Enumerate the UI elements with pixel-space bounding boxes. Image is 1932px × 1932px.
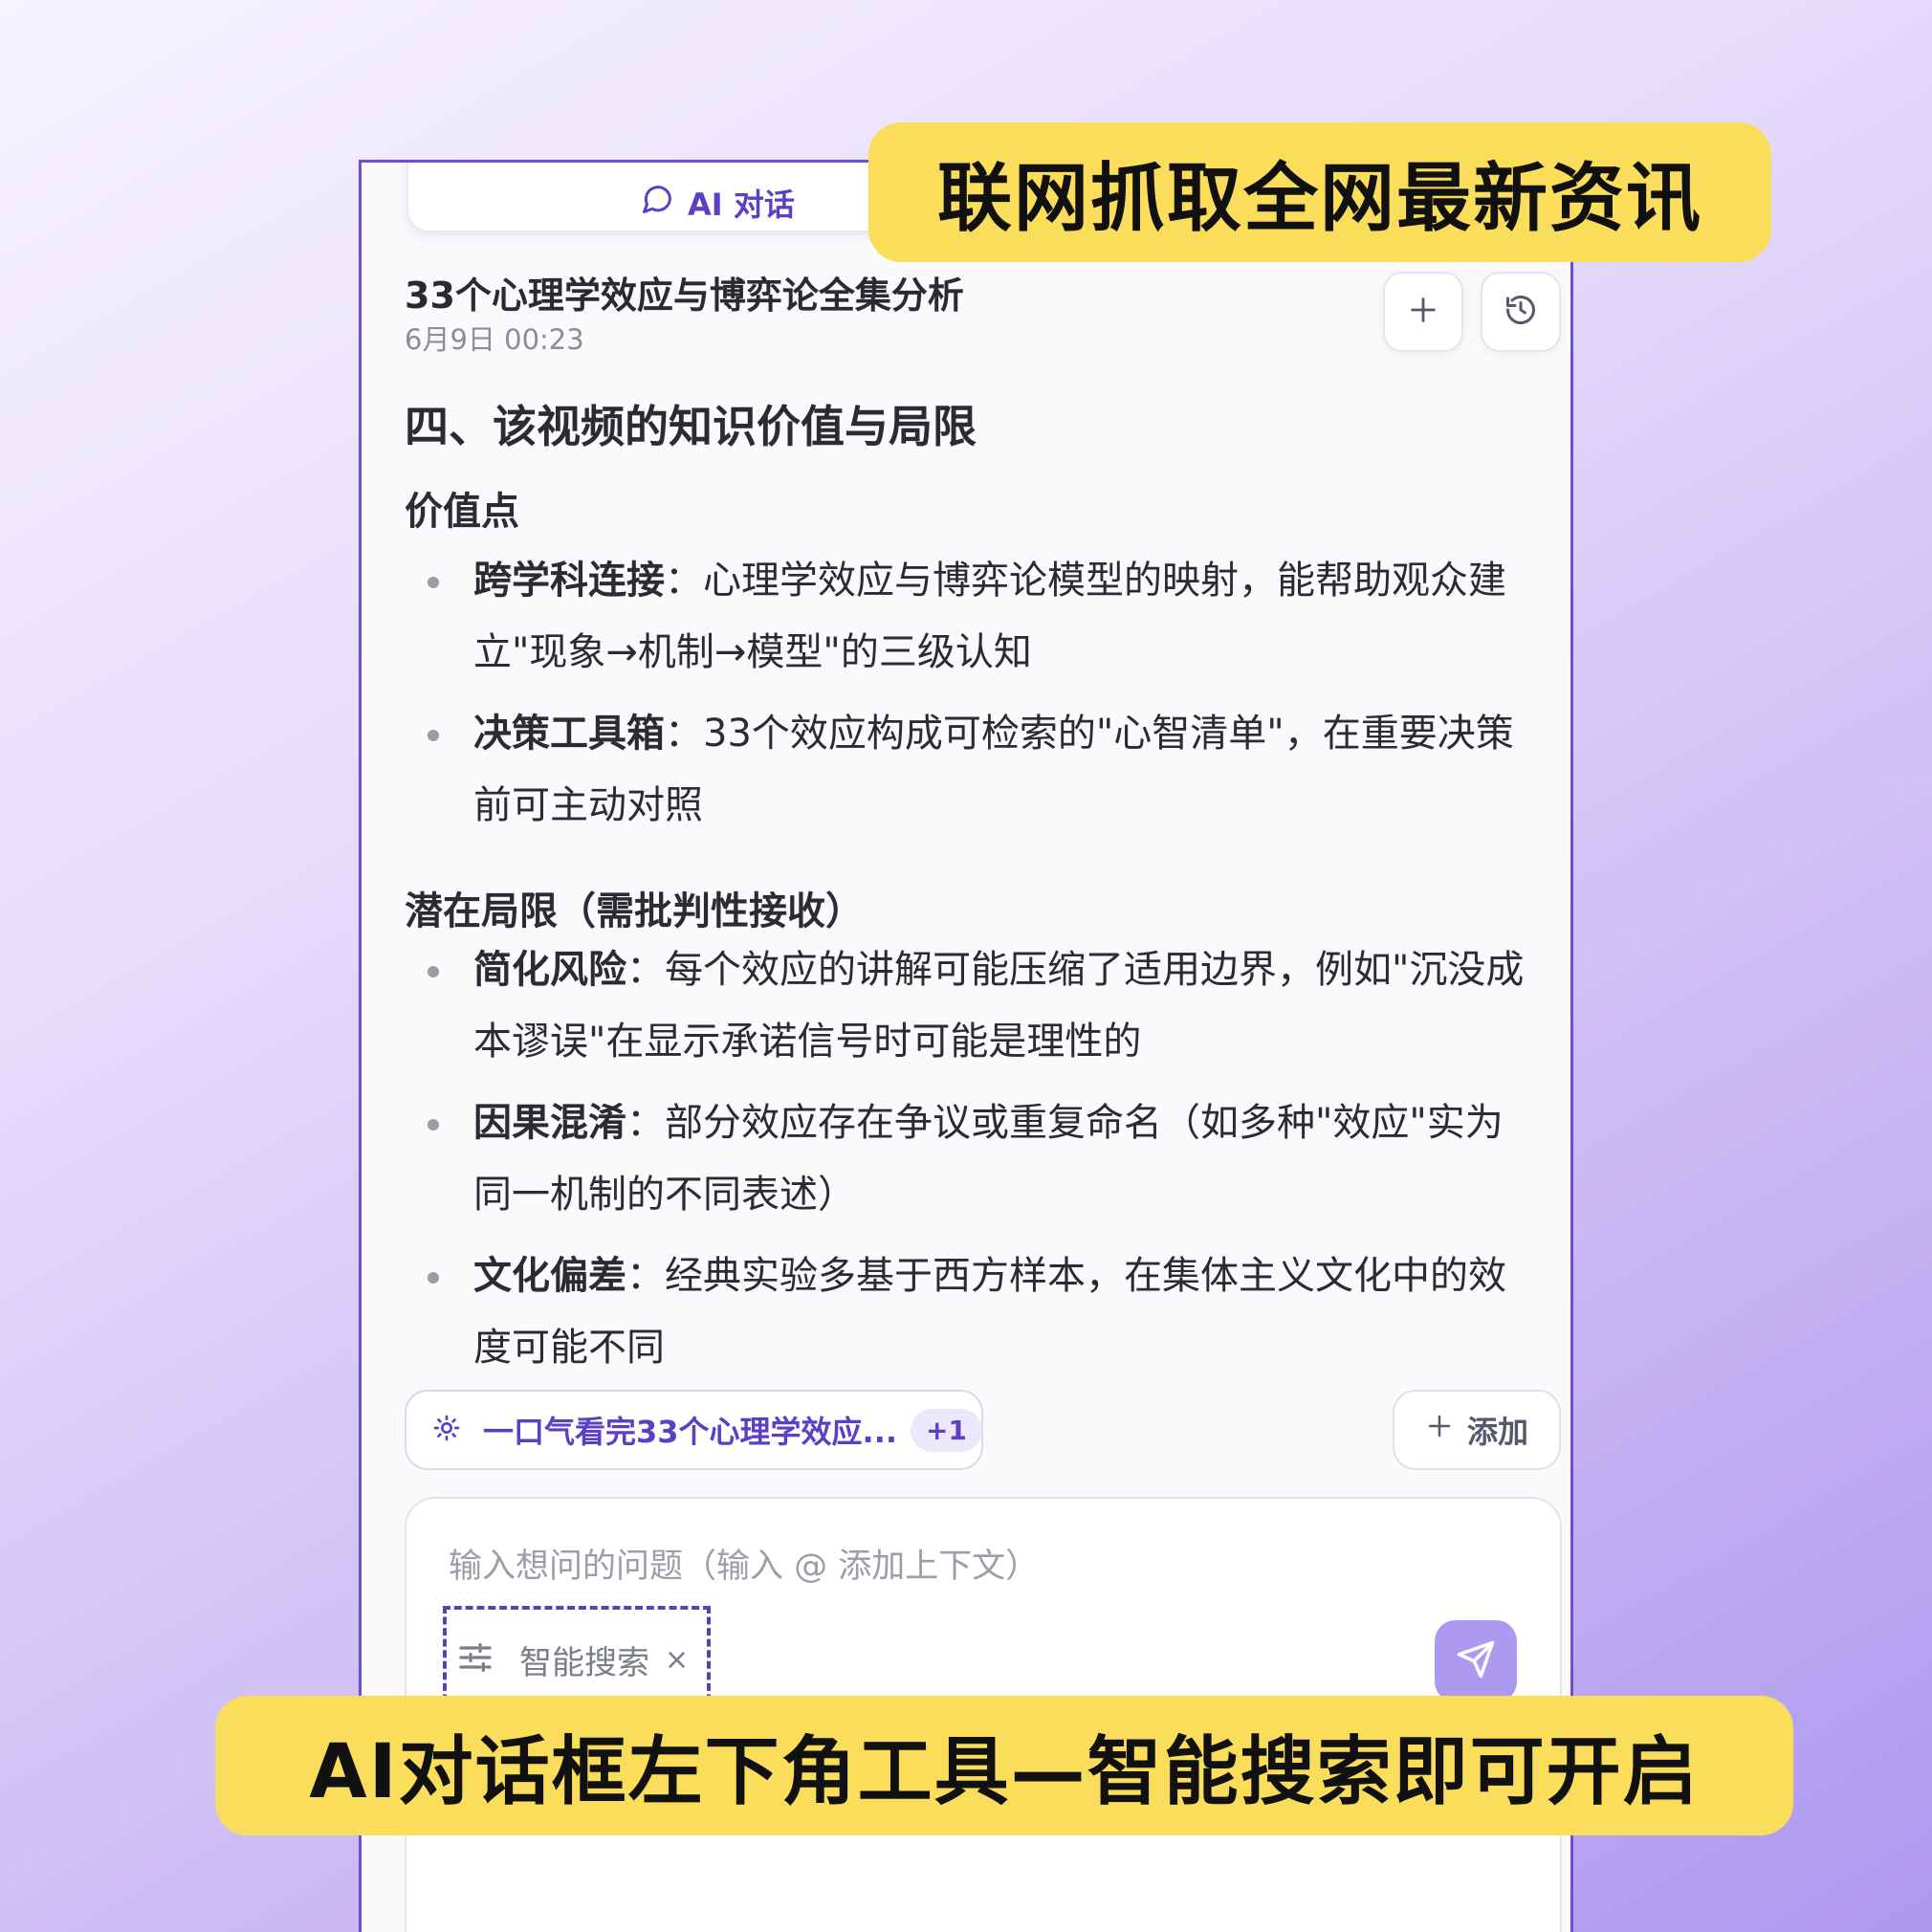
ai-chat-tab-label: AI 对话 <box>688 187 795 223</box>
list-item-term: 简化风险 <box>473 948 626 992</box>
history-button[interactable] <box>1481 272 1561 352</box>
send-button[interactable] <box>1435 1620 1517 1702</box>
plus-icon <box>1407 294 1439 330</box>
list-item-text: ：部分效应存在争议或重复命名（如多种"效应"实为同一机制的不同表述） <box>473 1101 1504 1217</box>
list-item: 简化风险：每个效应的讲解可能压缩了适用边界，例如"沉没成本谬误"在显示承诺信号时… <box>428 934 1533 1078</box>
list-item: 跨学科连接：心理学效应与博弈论模型的映射，能帮助观众建立"现象→机制→模型"的三… <box>428 545 1533 689</box>
top-caption-banner: 联网抓取全网最新资讯 <box>868 122 1771 262</box>
value-subheading: 价值点 <box>405 490 519 534</box>
chat-timestamp: 6月9日 00:23 <box>405 323 584 356</box>
chat-input-placeholder[interactable]: 输入想问的问题（输入 @ 添加上下文） <box>449 1539 1039 1588</box>
list-item-term: 决策工具箱 <box>473 712 665 756</box>
bottom-caption-banner: AI对话框左下角工具—智能搜索即可开启 <box>215 1696 1793 1835</box>
section-heading: 四、该视频的知识价值与局限 <box>405 401 977 452</box>
list-item-term: 跨学科连接 <box>473 559 665 603</box>
bullet-dot <box>428 1119 439 1131</box>
new-chat-button[interactable] <box>1383 272 1463 352</box>
list-item: 文化偏差：经典实验多基于西方样本，在集体主义文化中的效度可能不同 <box>428 1240 1533 1384</box>
list-item-term: 因果混淆 <box>473 1101 626 1145</box>
smart-search-label: 智能搜索 <box>519 1643 649 1682</box>
list-item: 因果混淆：部分效应存在争议或重复命名（如多种"效应"实为同一机制的不同表述） <box>428 1087 1533 1231</box>
list-item-term: 文化偏差 <box>473 1254 626 1298</box>
message-content: 四、该视频的知识价值与局限 价值点 跨学科连接：心理学效应与博弈论模型的映射，能… <box>405 392 1533 1538</box>
chat-title: 33个心理学效应与博弈论全集分析 <box>405 274 964 317</box>
list-item: 决策工具箱：33个效应构成可检索的"心智清单"，在重要决策前可主动对照 <box>428 698 1533 842</box>
chat-panel: AI 对话 33个心理学效应与博弈论全集分析 6月9日 00:23 四、该视频的… <box>359 160 1573 1932</box>
context-count-badge: +1 <box>911 1408 982 1452</box>
bullet-dot <box>428 966 439 977</box>
bullet-dot <box>428 730 439 741</box>
context-chip[interactable]: 一口气看完33个心理学效应... +1 <box>405 1390 983 1470</box>
limit-subheading: 潜在局限（需批判性接收） <box>405 889 864 933</box>
add-context-button[interactable]: 添加 <box>1393 1390 1561 1470</box>
bullet-dot <box>428 1272 439 1284</box>
history-icon <box>1504 293 1538 331</box>
list-item-text: ：每个效应的讲解可能压缩了适用边界，例如"沉没成本谬误"在显示承诺信号时可能是理… <box>473 948 1525 1064</box>
target-icon <box>431 1413 462 1447</box>
bullet-dot <box>428 577 439 588</box>
plus-icon <box>1425 1412 1454 1448</box>
list-item-text: ：经典实验多基于西方样本，在集体主义文化中的效度可能不同 <box>473 1254 1506 1370</box>
sliders-icon <box>456 1638 494 1680</box>
context-chip-label: 一口气看完33个心理学效应... <box>483 1414 898 1450</box>
add-context-label: 添加 <box>1466 1414 1528 1450</box>
chat-bubble-icon <box>640 182 674 224</box>
close-icon[interactable]: × <box>665 1643 689 1677</box>
send-icon <box>1456 1639 1496 1683</box>
